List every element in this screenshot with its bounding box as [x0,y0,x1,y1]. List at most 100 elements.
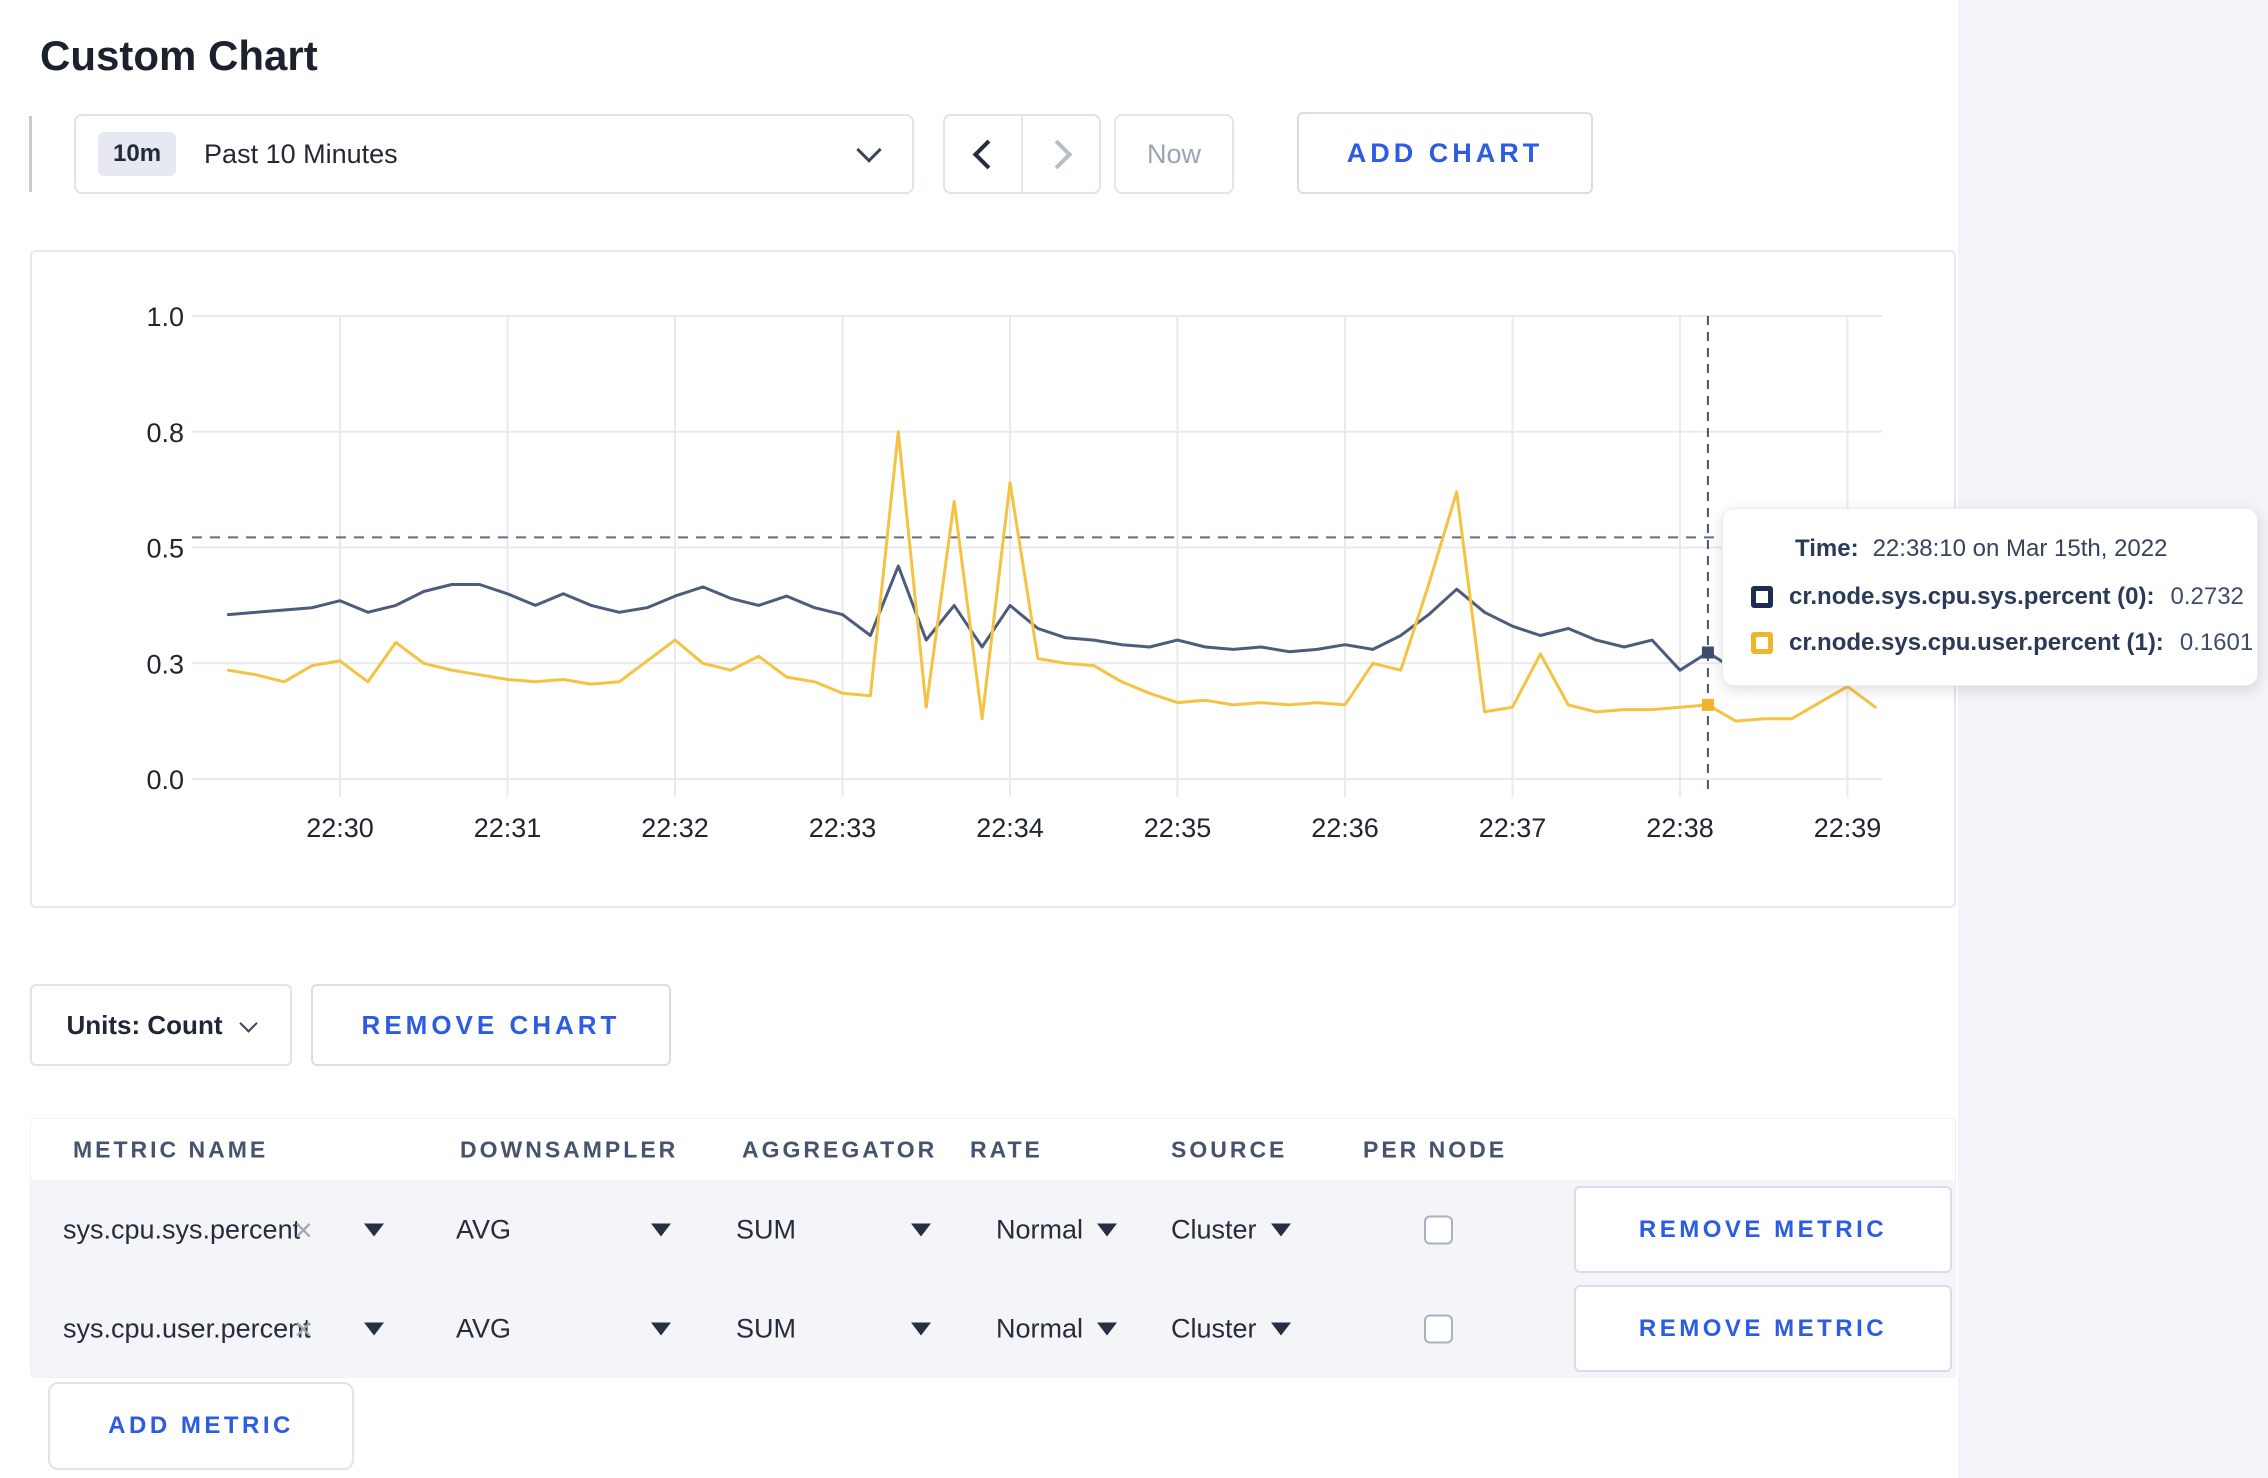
downsampler-value: AVG [456,1313,512,1343]
metric-name-select[interactable]: sys.cpu.sys.percent [63,1214,300,1245]
x-axis-label: 22:36 [1311,813,1379,843]
chevron-right-icon [1042,139,1072,169]
dropdown-arrow-icon [1270,1223,1291,1236]
time-back-button[interactable] [945,116,1023,192]
downsampler-select[interactable]: AVG [456,1313,511,1344]
clear-metric-icon[interactable]: × [294,1313,313,1345]
right-gutter [1958,0,2268,1478]
rate-value: Normal [996,1214,1084,1244]
time-forward-button[interactable] [1023,116,1099,192]
series-sys-line [226,564,1877,672]
column-header: SOURCE [1171,1136,1288,1162]
tooltip-series-row: cr.node.sys.cpu.user.percent (1): 0.1601 [1751,629,2253,657]
tooltip-series-name: cr.node.sys.cpu.sys.percent (0): [1789,583,2155,610]
dropdown-arrow-icon [364,1322,384,1335]
dropdown-arrow-icon [911,1223,931,1236]
tooltip-time: Time: 22:38:10 on Mar 15th, 2022 [1795,535,2233,563]
x-axis-label: 22:35 [1144,813,1212,843]
y-axis-label: 0.8 [146,418,184,448]
x-axis-label: 22:30 [306,813,374,843]
rate-select[interactable]: Normal [996,1313,1118,1344]
time-range-badge: 10m [98,132,177,176]
dropdown-arrow-icon [911,1322,931,1335]
add-metric-button[interactable]: ADD METRIC [48,1382,354,1470]
metric-name-select[interactable]: sys.cpu.user.percent [63,1313,311,1344]
user-series-swatch-icon [1751,632,1773,654]
add-chart-button[interactable]: ADD CHART [1297,112,1593,194]
units-label: Units: Count [66,1009,223,1040]
dropdown-arrow-icon [1097,1223,1118,1236]
x-axis-label: 22:37 [1479,813,1547,843]
per-node-checkbox[interactable] [1424,1215,1453,1244]
tooltip-series-row: cr.node.sys.cpu.sys.percent (0): 0.2732 [1751,583,2244,611]
aggregator-value: SUM [736,1313,796,1343]
clear-metric-icon[interactable]: × [294,1214,313,1246]
metrics-table-rows: sys.cpu.sys.percent × AVG SUM Normal Clu… [31,1180,1955,1377]
tooltip-time-label: Time: [1795,535,1859,562]
tooltip-series-value: 0.2732 [2170,583,2244,610]
tooltip-series-name: cr.node.sys.cpu.user.percent (1): [1789,629,2164,656]
tooltip-series-value: 0.1601 [2179,629,2254,656]
rate-select[interactable]: Normal [996,1214,1118,1245]
column-header: METRIC NAME [73,1136,269,1162]
column-header: RATE [970,1136,1043,1162]
custom-chart-page: Custom Chart 10m Past 10 Minutes Now ADD… [0,0,2268,1478]
metric-row: sys.cpu.sys.percent × AVG SUM Normal Clu… [31,1180,1955,1279]
x-axis-label: 22:32 [641,813,709,843]
per-node-checkbox[interactable] [1424,1314,1453,1343]
chevron-left-icon [972,139,1002,169]
series-user-line [226,430,1877,723]
crosshair-dot-user [1701,698,1714,711]
x-axis-label: 22:39 [1814,813,1882,843]
metric-row: sys.cpu.user.percent × AVG SUM Normal Cl… [31,1279,1955,1378]
source-select[interactable]: Cluster [1171,1214,1291,1245]
sys-series-swatch-icon [1751,586,1773,608]
column-header: AGGREGATOR [742,1136,938,1162]
time-range-label: Past 10 Minutes [204,138,398,169]
y-axis-label: 0.3 [146,649,184,679]
time-range-dropdown[interactable]: 10m Past 10 Minutes [74,114,914,194]
metrics-table-header: METRIC NAME DOWNSAMPLER AGGREGATOR RATE SOUR… [31,1119,1955,1180]
remove-metric-button[interactable]: REMOVE METRIC [1574,1186,1952,1273]
units-dropdown[interactable]: Units: Count [30,984,292,1066]
x-axis-label: 22:33 [809,813,877,843]
source-value: Cluster [1171,1214,1257,1244]
y-axis-label: 0.5 [146,534,184,564]
x-axis-label: 22:31 [474,813,542,843]
chevron-down-icon [856,137,882,163]
dropdown-arrow-icon [1097,1322,1118,1335]
chart-card: 0.0 0.3 0.5 0.8 1.0 22:30 22:31 22:32 22:33 22:34… [30,250,1956,908]
metric-name-value: sys.cpu.user.percent [63,1313,311,1343]
dropdown-arrow-icon [364,1223,384,1236]
y-axis-label: 1.0 [146,302,184,332]
downsampler-select[interactable]: AVG [456,1214,511,1245]
column-header: DOWNSAMPLER [460,1136,679,1162]
y-axis-label: 0.0 [146,765,184,795]
aggregator-select[interactable]: SUM [736,1313,796,1344]
metric-name-value: sys.cpu.sys.percent [63,1214,301,1244]
aggregator-select[interactable]: SUM [736,1214,796,1245]
dropdown-arrow-icon [1270,1322,1291,1335]
downsampler-value: AVG [456,1214,512,1244]
x-axis-label: 22:38 [1646,813,1714,843]
page-title: Custom Chart [40,32,318,80]
remove-metric-button[interactable]: REMOVE METRIC [1574,1285,1952,1372]
source-select[interactable]: Cluster [1171,1313,1291,1344]
rate-value: Normal [996,1313,1084,1343]
chevron-down-icon [239,1013,259,1033]
remove-chart-button[interactable]: REMOVE CHART [311,984,671,1066]
tooltip-time-value: 22:38:10 on Mar 15th, 2022 [1872,535,2168,562]
dropdown-arrow-icon [651,1322,671,1335]
chart-tooltip: Time: 22:38:10 on Mar 15th, 2022 cr.node.… [1722,508,2258,686]
crosshair-dot-sys [1701,646,1714,659]
source-value: Cluster [1171,1313,1257,1343]
time-nav-group [943,114,1101,194]
cpu-percent-line-chart[interactable]: 0.0 0.3 0.5 0.8 1.0 22:30 22:31 22:32 22:33 22:34… [32,252,1954,906]
metrics-table: METRIC NAME DOWNSAMPLER AGGREGATOR RATE SOUR… [30,1118,1956,1378]
now-button[interactable]: Now [1114,114,1234,194]
toolbar-divider [29,116,32,192]
aggregator-value: SUM [736,1214,796,1244]
dropdown-arrow-icon [651,1223,671,1236]
x-axis-label: 22:34 [976,813,1044,843]
column-header: PER NODE [1363,1136,1508,1162]
